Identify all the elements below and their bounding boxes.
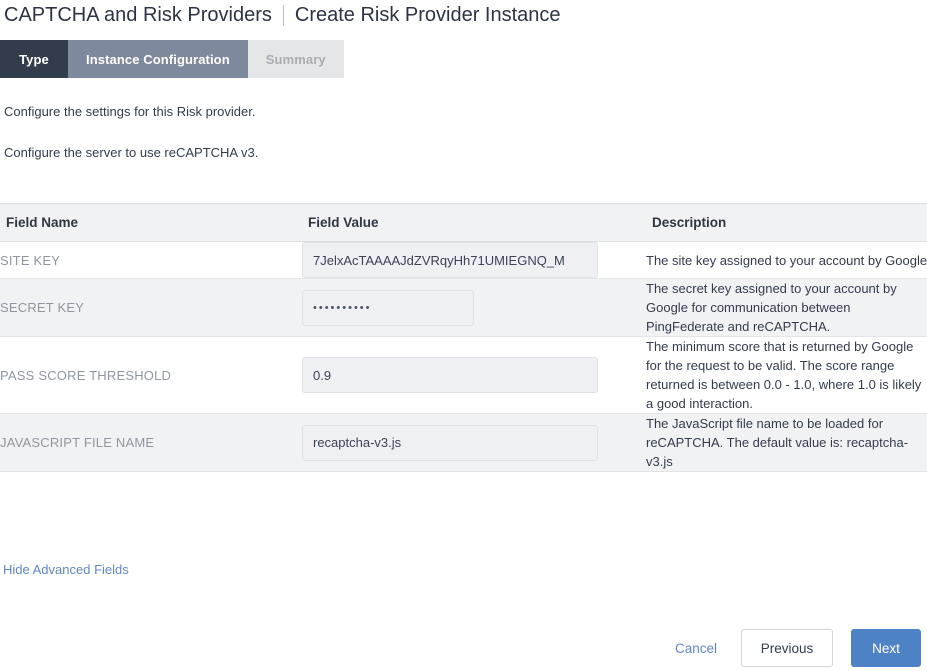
field-value-cell-site-key [302,242,646,279]
field-label-site-key: SITE KEY [0,242,302,279]
table-header: Field Name Field Value Description [0,204,927,242]
tab-summary-label: Summary [266,52,326,67]
site-key-input[interactable] [302,242,598,278]
field-value-cell-secret-key: •••••••••• [302,279,646,337]
column-header-field-name: Field Name [0,204,302,242]
pass-score-threshold-input[interactable] [302,357,598,393]
tab-instance-configuration[interactable]: Instance Configuration [68,40,248,78]
intro-line-2: Configure the server to use reCAPTCHA v3… [4,144,258,161]
field-description-secret-key: The secret key assigned to your account … [646,279,927,337]
cancel-button[interactable]: Cancel [669,636,723,660]
breadcrumb-separator [283,5,284,26]
hide-advanced-fields-link[interactable]: Hide Advanced Fields [3,562,129,577]
table-row: JAVASCRIPT FILE NAME The JavaScript file… [0,414,927,472]
wizard-footer: Cancel Previous Next [669,629,921,667]
tab-type[interactable]: Type [0,40,68,78]
wizard-tabbar: Type Instance Configuration Summary [0,40,344,78]
tab-type-label: Type [19,52,49,67]
page-title: Create Risk Provider Instance [295,2,561,28]
next-button[interactable]: Next [851,629,921,667]
intro-line-1: Configure the settings for this Risk pro… [4,103,255,120]
secret-key-input[interactable]: •••••••••• [302,290,474,326]
field-value-cell-javascript-file-name [302,414,646,472]
field-label-secret-key: SECRET KEY [0,279,302,337]
field-description-pass-score-threshold: The minimum score that is returned by Go… [646,337,927,414]
field-label-javascript-file-name: JAVASCRIPT FILE NAME [0,414,302,472]
field-label-pass-score-threshold: PASS SCORE THRESHOLD [0,337,302,414]
previous-button[interactable]: Previous [741,629,833,667]
field-description-javascript-file-name: The JavaScript file name to be loaded fo… [646,414,927,472]
javascript-file-name-input[interactable] [302,425,598,461]
column-header-field-value: Field Value [302,204,646,242]
breadcrumb: CAPTCHA and Risk Providers Create Risk P… [4,2,561,28]
field-value-cell-pass-score-threshold [302,337,646,414]
table-body: SITE KEY The site key assigned to your a… [0,242,927,472]
table-row: SECRET KEY •••••••••• The secret key ass… [0,279,927,337]
table-row: PASS SCORE THRESHOLD The minimum score t… [0,337,927,414]
field-configuration-table: Field Name Field Value Description SITE … [0,203,927,472]
field-description-site-key: The site key assigned to your account by… [646,242,927,279]
tab-instance-configuration-label: Instance Configuration [86,52,230,67]
breadcrumb-parent: CAPTCHA and Risk Providers [4,2,272,28]
table-header-row: Field Name Field Value Description [0,204,927,242]
table-row: SITE KEY The site key assigned to your a… [0,242,927,279]
column-header-description: Description [646,204,927,242]
tab-summary: Summary [248,40,344,78]
